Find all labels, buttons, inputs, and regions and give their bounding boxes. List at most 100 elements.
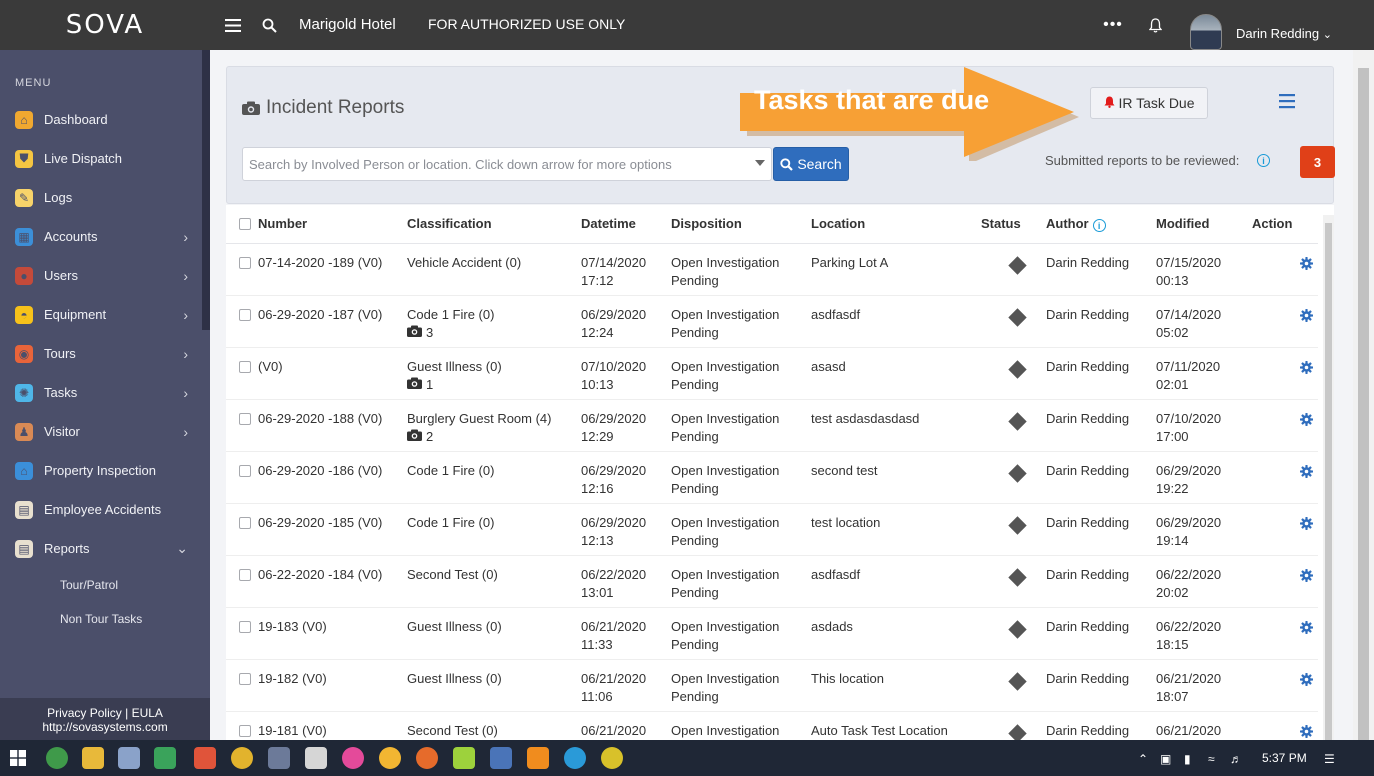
info-icon[interactable]: i [1092, 219, 1106, 232]
notifications-icon[interactable]: ☰ [1324, 752, 1335, 766]
cell-number[interactable]: 19-182 (V0) [258, 659, 407, 712]
search-icon[interactable] [258, 14, 280, 36]
table-scrollbar-thumb[interactable] [1325, 223, 1332, 740]
bell-icon[interactable] [1144, 14, 1166, 36]
sidebar-item-logs[interactable]: ✎ Logs [0, 178, 202, 217]
table-row[interactable]: 19-183 (V0) Guest Illness (0) 06/21/2020 11… [226, 607, 1318, 660]
cell-number[interactable]: 06-29-2020 -187 (V0) [258, 295, 407, 348]
taskbar-app-icon[interactable] [379, 747, 401, 769]
property-name[interactable]: Marigold Hotel [299, 16, 396, 33]
column-header-modified[interactable]: Modified [1156, 205, 1252, 244]
select-all-checkbox[interactable] [239, 217, 251, 230]
chrome-icon[interactable] [231, 747, 253, 769]
sova-url-link[interactable]: http://sovasystems.com [42, 720, 167, 734]
cell-number[interactable]: 06-29-2020 -188 (V0) [258, 399, 407, 452]
table-row[interactable]: 19-182 (V0) Guest Illness (0) 06/21/2020 11… [226, 659, 1318, 712]
more-icon[interactable]: ••• [1102, 14, 1124, 36]
row-checkbox[interactable] [239, 568, 251, 581]
list-menu-icon[interactable] [1279, 93, 1297, 109]
table-row[interactable]: 06-29-2020 -188 (V0) Burglery Guest Room … [226, 399, 1318, 452]
table-row[interactable]: 19-181 (V0) Second Test (0) 06/21/2020 Open… [226, 711, 1318, 740]
column-header-author[interactable]: Author i [1046, 205, 1156, 244]
brave-browser-icon[interactable] [194, 747, 216, 769]
tray-app-icon[interactable]: ▣ [1160, 752, 1171, 766]
table-row[interactable]: 06-29-2020 -187 (V0) Code 1 Fire (0) 3 06/2… [226, 295, 1318, 348]
gear-icon[interactable] [1300, 308, 1318, 327]
avatar[interactable] [1190, 14, 1222, 50]
wifi-icon[interactable]: ≈ [1208, 752, 1215, 766]
edge-icon[interactable] [564, 747, 586, 769]
sidebar-item-visitor[interactable]: ♟ Visitor › [0, 412, 202, 451]
sublime-text-icon[interactable] [527, 747, 549, 769]
column-header-number[interactable]: Number [258, 205, 407, 244]
row-checkbox[interactable] [239, 464, 251, 477]
table-scrollbar[interactable] [1323, 215, 1334, 740]
sidebar-item-tours[interactable]: ◉ Tours › [0, 334, 202, 373]
taskbar-app-icon[interactable] [305, 747, 327, 769]
cell-number[interactable]: 06-29-2020 -186 (V0) [258, 451, 407, 504]
gear-icon[interactable] [1300, 672, 1318, 691]
windows-start-icon[interactable] [10, 750, 26, 766]
table-row[interactable]: 06-22-2020 -184 (V0) Second Test (0) 06/22… [226, 555, 1318, 608]
taskbar-app-icon[interactable] [453, 747, 475, 769]
sidebar-item-dashboard[interactable]: ⌂ Dashboard [0, 100, 202, 139]
sidebar-item-equipment[interactable]: ◓ Equipment › [0, 295, 202, 334]
taskbar-app-icon[interactable] [490, 747, 512, 769]
user-menu[interactable]: Darin Redding ⌄ [1236, 26, 1332, 41]
row-checkbox[interactable] [239, 620, 251, 633]
gear-icon[interactable] [1300, 620, 1318, 639]
info-icon[interactable]: i [1257, 154, 1270, 167]
gear-icon[interactable] [1300, 568, 1318, 587]
search-input[interactable] [243, 148, 748, 180]
privacy-policy-link[interactable]: Privacy Policy [47, 706, 122, 720]
sidebar-scrollbar[interactable] [202, 50, 210, 330]
cell-number[interactable]: 19-183 (V0) [258, 607, 407, 660]
sidebar-item-live-dispatch[interactable]: ⛊ Live Dispatch [0, 139, 202, 178]
gear-icon[interactable] [1300, 464, 1318, 483]
battery-icon[interactable]: ▮ [1184, 752, 1191, 766]
sidebar-subitem-tour-patrol[interactable]: Tour/Patrol [60, 578, 118, 592]
row-checkbox[interactable] [239, 360, 251, 373]
row-checkbox[interactable] [239, 412, 251, 425]
cell-number[interactable]: (V0) [258, 347, 407, 400]
tray-chevron-up-icon[interactable]: ⌃ [1138, 752, 1148, 766]
ir-task-due-button[interactable]: IR Task Due [1090, 87, 1208, 119]
gear-icon[interactable] [1300, 412, 1318, 431]
taskbar-app-icon[interactable] [268, 747, 290, 769]
table-row[interactable]: 06-29-2020 -186 (V0) Code 1 Fire (0) 06/29… [226, 451, 1318, 504]
column-header-disposition[interactable]: Disposition [671, 205, 811, 244]
gear-icon[interactable] [1300, 360, 1318, 379]
photo-count[interactable]: 1 [407, 376, 581, 394]
column-header-location[interactable]: Location [811, 205, 981, 244]
column-header-classification[interactable]: Classification [407, 205, 581, 244]
page-scrollbar-thumb[interactable] [1358, 68, 1369, 740]
cell-number[interactable]: 06-29-2020 -185 (V0) [258, 503, 407, 556]
cell-number[interactable]: 19-181 (V0) [258, 711, 407, 740]
table-row[interactable]: 06-29-2020 -185 (V0) Code 1 Fire (0) 06/29… [226, 503, 1318, 556]
taskbar-app-icon[interactable] [342, 747, 364, 769]
volume-icon[interactable]: ♬ [1230, 752, 1242, 766]
cell-number[interactable]: 06-22-2020 -184 (V0) [258, 555, 407, 608]
sidebar-item-reports[interactable]: ▤ Reports ⌄ [0, 529, 202, 568]
row-checkbox[interactable] [239, 672, 251, 685]
folder-icon[interactable] [82, 747, 104, 769]
search-options-dropdown-icon[interactable] [755, 160, 765, 166]
sova-logo[interactable]: SOVA [0, 0, 210, 50]
row-checkbox[interactable] [239, 724, 251, 737]
photo-count[interactable]: 3 [407, 324, 581, 342]
table-row[interactable]: (V0) Guest Illness (0) 1 07/10/2020 10:13 Ope… [226, 347, 1318, 400]
sidebar-subitem-non-tour-tasks[interactable]: Non Tour Tasks [60, 612, 142, 626]
sidebar-item-accounts[interactable]: ▦ Accounts › [0, 217, 202, 256]
taskbar-app-icon[interactable] [154, 747, 176, 769]
column-header-status[interactable]: Status [981, 205, 1046, 244]
sidebar-item-employee-accidents[interactable]: ▤ Employee Accidents [0, 490, 202, 529]
cell-number[interactable]: 07-14-2020 -189 (V0) [258, 243, 407, 296]
gear-icon[interactable] [1300, 256, 1318, 275]
sidebar-item-users[interactable]: ● Users › [0, 256, 202, 295]
gear-icon[interactable] [1300, 516, 1318, 535]
search-button[interactable]: Search [773, 147, 849, 181]
sidebar-item-property-inspection[interactable]: ⌂ Property Inspection [0, 451, 202, 490]
table-row[interactable]: 07-14-2020 -189 (V0) Vehicle Accident (0)… [226, 243, 1318, 296]
firefox-icon[interactable] [416, 747, 438, 769]
row-checkbox[interactable] [239, 256, 251, 269]
